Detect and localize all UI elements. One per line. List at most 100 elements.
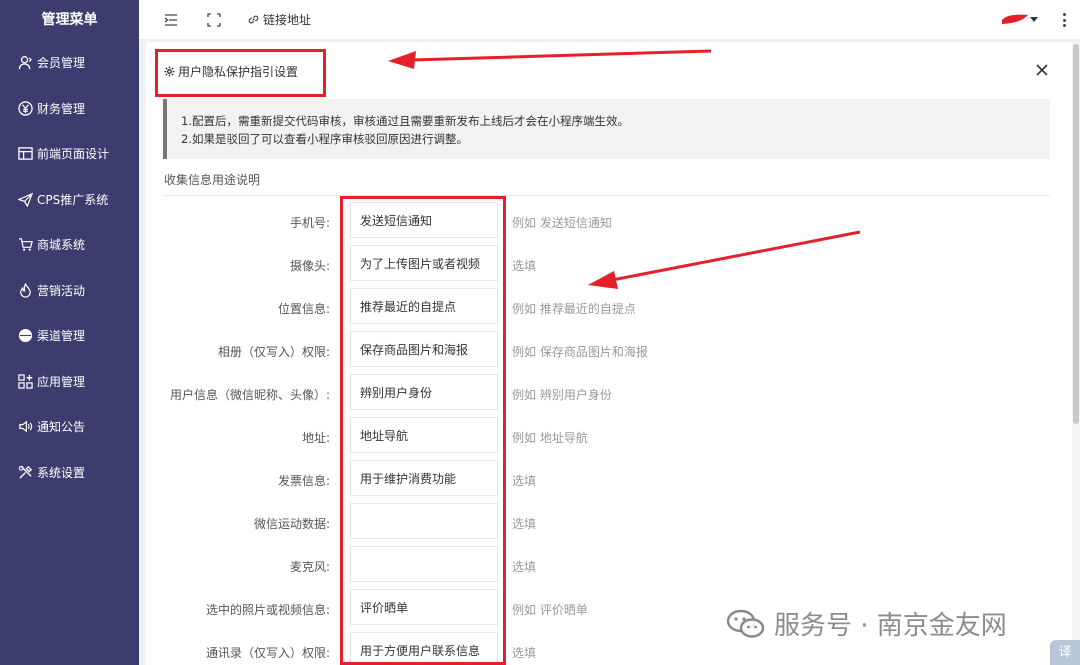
form-row-invoice: 发票信息: 选填 [146, 460, 1072, 498]
sidebar-item-label: 会员管理 [37, 56, 86, 71]
field-label: 手机号: [289, 216, 330, 230]
form-row-microphone: 麦克风: 选填 [146, 546, 1072, 584]
field-label: 用户信息（微信昵称、头像）: [169, 388, 330, 402]
fullscreen-icon[interactable] [206, 12, 222, 28]
layout-icon [17, 146, 33, 162]
sidebar-item-marketing[interactable]: 营销活动 [0, 268, 139, 314]
translate-badge[interactable]: 译 [1050, 640, 1080, 665]
apps-icon [17, 373, 33, 389]
address-purpose-input[interactable] [350, 417, 498, 453]
sidebar-item-finance[interactable]: 财务管理 [0, 86, 139, 132]
gear-icon [164, 66, 175, 77]
field-hint: 例如 推荐最近的自提点 [512, 302, 636, 316]
camera-purpose-input[interactable] [350, 245, 498, 281]
field-label: 通讯录（仅写入）权限: [205, 646, 330, 660]
page-title: 用户隐私保护指引设置 [164, 63, 298, 80]
link-icon [248, 15, 259, 24]
field-hint: 选填 [512, 560, 537, 574]
form-row-address: 地址: 例如 地址导航 [146, 417, 1072, 455]
sidebar-item-label: 前端页面设计 [37, 147, 110, 162]
scrollbar[interactable] [1072, 42, 1080, 665]
sidebar-item-label: 应用管理 [37, 374, 86, 389]
invoice-purpose-input[interactable] [350, 460, 498, 496]
sidebar-item-label: 渠道管理 [37, 329, 86, 344]
field-hint: 选填 [512, 259, 537, 273]
sidebar-item-label: 系统设置 [37, 465, 86, 480]
field-label: 相册（仅写入）权限: [217, 345, 330, 359]
sidebar-item-label: 财务管理 [37, 101, 86, 116]
field-hint: 例如 发送短信通知 [512, 216, 612, 230]
form-row-user-info: 用户信息（微信昵称、头像）: 例如 辨别用户身份 [146, 374, 1072, 412]
sidebar-item-notices[interactable]: 通知公告 [0, 404, 139, 450]
disc-icon [17, 328, 33, 344]
sidebar-item-label: 营销活动 [37, 283, 86, 298]
sidebar-item-label: 通知公告 [37, 420, 86, 435]
field-label: 微信运动数据: [253, 517, 330, 531]
notice-line: 1.配置后，需重新提交代码审核，审核通过且需要重新发布上线后才会在小程序端生效。 [181, 114, 629, 128]
werun-purpose-input[interactable] [350, 503, 498, 539]
form-row-werun: 微信运动数据: 选填 [146, 503, 1072, 541]
sidebar-item-frontend-design[interactable]: 前端页面设计 [0, 131, 139, 177]
field-hint: 例如 辨别用户身份 [512, 388, 612, 402]
field-label: 麦克风: [289, 560, 330, 574]
sidebar-item-apps[interactable]: 应用管理 [0, 359, 139, 405]
sidebar-item-label: CPS推广系统 [37, 192, 109, 207]
field-label: 选中的照片或视频信息: [205, 603, 330, 617]
sidebar-item-label: 商城系统 [37, 238, 86, 253]
panel-title-text: 用户隐私保护指引设置 [178, 65, 299, 79]
avatar[interactable] [1001, 13, 1029, 26]
form-row-phone: 手机号: 例如 发送短信通知 [146, 202, 1072, 240]
field-hint: 选填 [512, 646, 537, 660]
wechat-icon [726, 609, 765, 638]
location-purpose-input[interactable] [350, 288, 498, 324]
send-icon [17, 191, 33, 207]
sidebar: 管理菜单 会员管理 财务管理 前端页面设计 CPS推广系统 商城系统 营销活动 … [0, 0, 139, 665]
notice-line: 2.如果是驳回了可以查看小程序审核驳回原因进行调整。 [181, 132, 468, 146]
privacy-settings-panel: 用户隐私保护指引设置 1.配置后，需重新提交代码审核，审核通过且需要重新发布上线… [146, 42, 1072, 665]
user-icon [17, 55, 33, 71]
form-row-location: 位置信息: 例如 推荐最近的自提点 [146, 288, 1072, 326]
field-hint: 例如 地址导航 [512, 431, 588, 445]
sidebar-title: 管理菜单 [41, 12, 98, 28]
sidebar-item-settings[interactable]: 系统设置 [0, 450, 139, 496]
field-label: 地址: [301, 431, 330, 445]
top-bar: 链接地址 [139, 0, 1080, 40]
divider [164, 195, 1050, 196]
phone-purpose-input[interactable] [350, 202, 498, 238]
field-hint: 选填 [512, 474, 537, 488]
section-label: 收集信息用途说明 [164, 173, 261, 187]
media-purpose-input[interactable] [350, 589, 498, 625]
album-purpose-input[interactable] [350, 331, 498, 367]
microphone-purpose-input[interactable] [350, 546, 498, 582]
sidebar-item-cps[interactable]: CPS推广系统 [0, 177, 139, 223]
collapse-menu-icon[interactable] [163, 12, 179, 28]
field-hint: 例如 保存商品图片和海报 [512, 345, 648, 359]
form-row-camera: 摄像头: 选填 [146, 245, 1072, 283]
user-info-purpose-input[interactable] [350, 374, 498, 410]
field-label: 位置信息: [277, 302, 330, 316]
cart-icon [17, 237, 33, 253]
notice-box: 1.配置后，需重新提交代码审核，审核通过且需要重新发布上线后才会在小程序端生效。… [163, 99, 1050, 159]
watermark-text: 服务号 · 南京金友网 [774, 611, 1007, 641]
panel-header: 用户隐私保护指引设置 [146, 42, 1072, 96]
field-hint: 例如 评价晒单 [512, 603, 588, 617]
tools-icon [17, 464, 33, 480]
watermark: 服务号 · 南京金友网 [726, 605, 1007, 642]
fire-icon [17, 282, 33, 298]
contacts-purpose-input[interactable] [350, 632, 498, 665]
sidebar-item-mall[interactable]: 商城系统 [0, 222, 139, 268]
link-address-button[interactable]: 链接地址 [247, 11, 311, 28]
field-label: 发票信息: [277, 474, 330, 488]
form-row-album: 相册（仅写入）权限: 例如 保存商品图片和海报 [146, 331, 1072, 369]
close-icon[interactable] [1036, 64, 1050, 78]
link-address-label: 链接地址 [263, 13, 312, 27]
yen-icon [17, 100, 33, 116]
sidebar-item-members[interactable]: 会员管理 [0, 40, 139, 86]
field-hint: 选填 [512, 517, 537, 531]
scroll-thumb[interactable] [1073, 44, 1079, 424]
sidebar-item-channels[interactable]: 渠道管理 [0, 313, 139, 359]
more-icon[interactable] [1063, 13, 1067, 27]
field-label: 摄像头: [289, 259, 330, 273]
speaker-icon [17, 419, 33, 435]
chevron-down-icon[interactable] [1030, 17, 1038, 22]
